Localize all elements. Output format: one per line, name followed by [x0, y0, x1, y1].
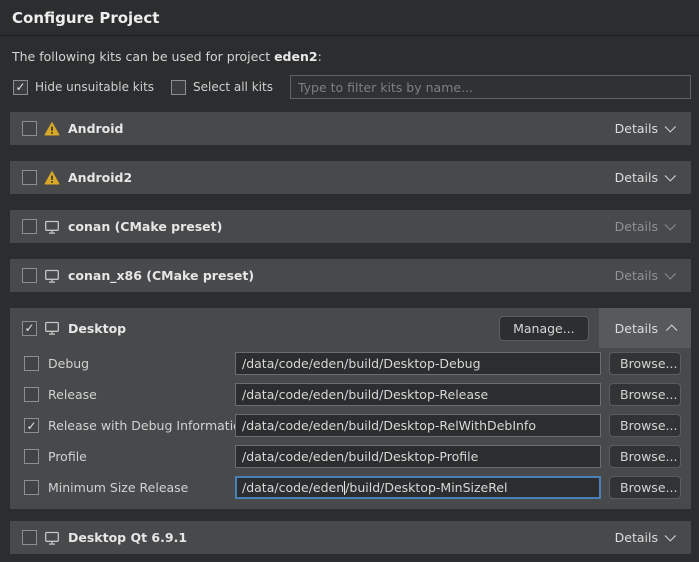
kit-row-desktop[interactable]: ✓ Desktop Manage... Details: [10, 308, 691, 348]
kit-filter-input[interactable]: [290, 75, 691, 99]
select-all-kits-checkbox-group[interactable]: Select all kits: [171, 80, 273, 95]
kit-checkbox-android[interactable]: [22, 121, 37, 136]
kit-row-conan[interactable]: conan (CMake preset) Details: [10, 210, 691, 243]
page-title: Configure Project: [0, 0, 699, 36]
details-label: Details: [615, 268, 658, 283]
browse-button-relwithdebinfo[interactable]: Browse...: [609, 414, 681, 437]
details-button-desktop[interactable]: Details: [613, 321, 677, 336]
kit-checkbox-android2[interactable]: [22, 170, 37, 185]
kit-row-android2[interactable]: Android2 Details: [10, 161, 691, 194]
kit-row-desktop-qt-691[interactable]: Desktop Qt 6.9.1 Details: [10, 521, 691, 554]
browse-button-debug[interactable]: Browse...: [609, 352, 681, 375]
details-label: Details: [615, 170, 658, 185]
build-config-label: Release: [48, 387, 235, 402]
browse-button-release[interactable]: Browse...: [609, 383, 681, 406]
kit-name: Desktop Qt 6.9.1: [68, 530, 187, 545]
details-label: Details: [615, 530, 658, 545]
details-button-android2[interactable]: Details: [613, 170, 677, 185]
path-text-before-caret: /data/code/eden: [242, 480, 344, 495]
build-config-checkbox-profile[interactable]: [24, 449, 39, 464]
kit-row-conan-x86[interactable]: conan_x86 (CMake preset) Details: [10, 259, 691, 292]
check-icon: ✓: [26, 420, 36, 432]
check-icon: ✓: [24, 322, 34, 334]
build-config-checkbox-minsizerel[interactable]: [24, 480, 39, 495]
select-all-kits-checkbox[interactable]: [171, 80, 186, 95]
details-button-conan[interactable]: Details: [613, 219, 677, 234]
kit-checkbox-conan-x86[interactable]: [22, 268, 37, 283]
hide-unsuitable-kits-checkbox-group[interactable]: ✓ Hide unsuitable kits: [13, 80, 154, 95]
build-dir-input-relwithdebinfo[interactable]: [235, 414, 601, 437]
project-name: eden2: [274, 49, 318, 64]
kit-filter-bar: ✓ Hide unsuitable kits Select all kits: [13, 75, 691, 99]
kit-checkbox-desktop-qt-691[interactable]: [22, 530, 37, 545]
details-button-desktop-qt-691[interactable]: Details: [613, 530, 677, 545]
build-config-checkbox-relwithdebinfo[interactable]: ✓: [24, 418, 39, 433]
select-all-kits-label: Select all kits: [193, 80, 273, 94]
kit-name: Desktop: [68, 321, 126, 336]
build-dir-input-debug[interactable]: [235, 352, 601, 375]
build-config-row-minsizerel: Minimum Size Release /data/code/eden/bui…: [10, 472, 691, 503]
details-label: Details: [615, 219, 658, 234]
build-config-label: Profile: [48, 449, 235, 464]
kit-name: conan_x86 (CMake preset): [68, 268, 254, 283]
details-highlight: Details: [599, 308, 691, 348]
desktop-icon: [44, 219, 60, 235]
path-text-after-caret: /build/Desktop-MinSizeRel: [345, 480, 507, 495]
hide-unsuitable-kits-label: Hide unsuitable kits: [35, 80, 154, 94]
details-button-android[interactable]: Details: [613, 121, 677, 136]
intro-after: :: [318, 49, 322, 64]
warning-icon: [44, 170, 60, 186]
kit-checkbox-conan[interactable]: [22, 219, 37, 234]
build-config-label: Minimum Size Release: [48, 480, 235, 495]
hide-unsuitable-kits-checkbox[interactable]: ✓: [13, 80, 28, 95]
build-config-checkbox-release[interactable]: [24, 387, 39, 402]
check-icon: ✓: [15, 81, 25, 93]
chevron-down-icon: [665, 268, 676, 279]
browse-button-profile[interactable]: Browse...: [609, 445, 681, 468]
desktop-icon: [44, 320, 60, 336]
kit-row-android[interactable]: Android Details: [10, 112, 691, 145]
intro-before: The following kits can be used for proje…: [12, 49, 274, 64]
chevron-up-icon: [666, 324, 677, 335]
manage-kits-button[interactable]: Manage...: [499, 316, 589, 341]
details-label: Details: [615, 321, 658, 336]
chevron-down-icon: [665, 121, 676, 132]
desktop-icon: [44, 268, 60, 284]
kit-name: conan (CMake preset): [68, 219, 222, 234]
desktop-icon: [44, 530, 60, 546]
kit-name: Android2: [68, 170, 132, 185]
build-config-checkbox-debug[interactable]: [24, 356, 39, 371]
build-config-row-debug: Debug Browse...: [10, 348, 691, 379]
build-dir-input-minsizerel[interactable]: /data/code/eden/build/Desktop-MinSizeRel: [235, 476, 601, 499]
build-dir-input-release[interactable]: [235, 383, 601, 406]
kit-panel-desktop: ✓ Desktop Manage... Details Debug Browse…: [10, 308, 691, 509]
chevron-down-icon: [665, 530, 676, 541]
build-config-row-relwithdebinfo: ✓ Release with Debug Information Browse.…: [10, 410, 691, 441]
build-config-label: Debug: [48, 356, 235, 371]
browse-button-minsizerel[interactable]: Browse...: [609, 476, 681, 499]
chevron-down-icon: [665, 219, 676, 230]
build-config-row-profile: Profile Browse...: [10, 441, 691, 472]
chevron-down-icon: [665, 170, 676, 181]
details-label: Details: [615, 121, 658, 136]
build-dir-input-profile[interactable]: [235, 445, 601, 468]
build-config-row-release: Release Browse...: [10, 379, 691, 410]
warning-icon: [44, 121, 60, 137]
details-button-conan-x86[interactable]: Details: [613, 268, 677, 283]
kit-checkbox-desktop[interactable]: ✓: [22, 321, 37, 336]
intro-text: The following kits can be used for proje…: [12, 49, 687, 64]
kit-name: Android: [68, 121, 124, 136]
build-config-label: Release with Debug Information: [48, 418, 235, 433]
